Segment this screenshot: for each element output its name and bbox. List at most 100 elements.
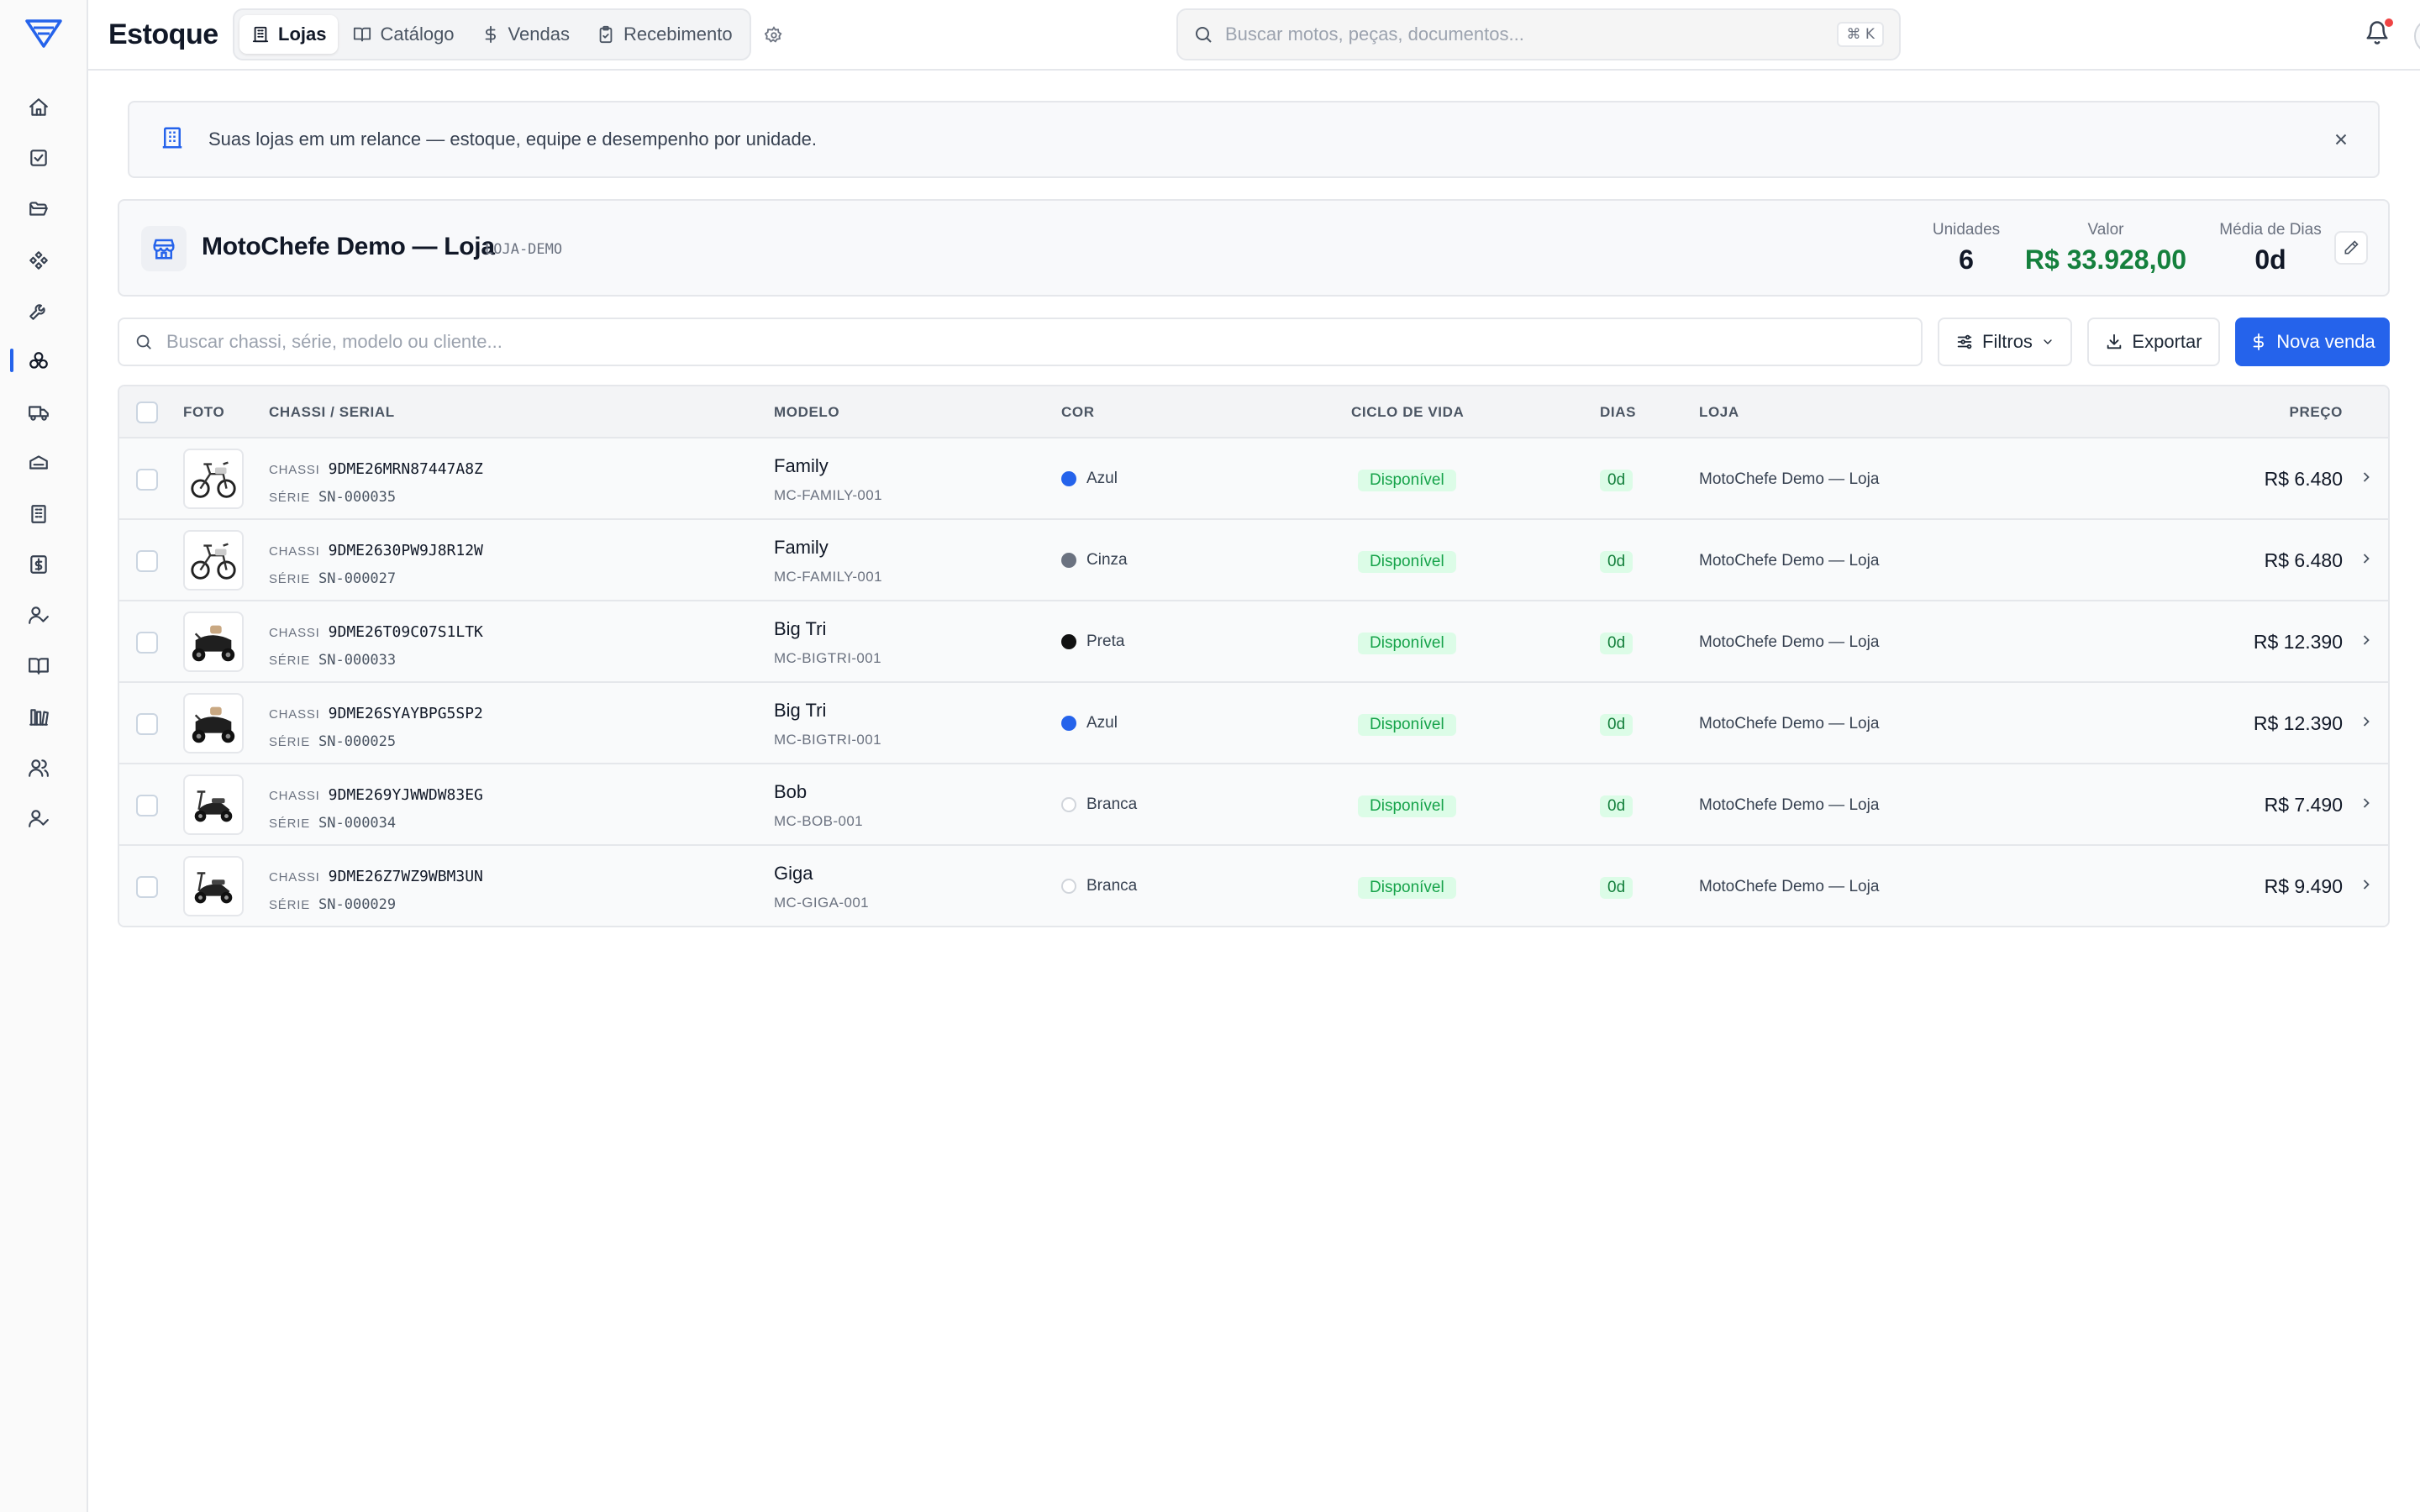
chevron-right-icon[interactable] xyxy=(2358,469,2378,489)
row-checkbox[interactable] xyxy=(136,469,158,491)
header-lifecycle[interactable]: CICLO DE VIDA xyxy=(1351,404,1464,421)
sidebar-item-book[interactable] xyxy=(25,653,52,680)
filters-button[interactable]: Filtros xyxy=(1938,318,2072,366)
sidebar-item-user-check[interactable] xyxy=(25,805,52,832)
table-row[interactable]: CHASSI 9DME26T09C07S1LTK SÉRIE SN-000033 B… xyxy=(119,601,2388,683)
sidebar-item-building[interactable] xyxy=(25,501,52,528)
global-search[interactable]: ⌘ K xyxy=(1176,8,1901,60)
price-cell: R$ 12.390 xyxy=(2253,712,2343,734)
close-icon[interactable] xyxy=(2329,128,2353,151)
stat-label: Média de Dias xyxy=(2219,221,2322,239)
tab-recebimento[interactable]: Recebimento xyxy=(585,15,744,54)
table-search-input[interactable] xyxy=(166,331,1906,353)
header-color[interactable]: COR xyxy=(1061,404,1095,421)
header-chassis[interactable]: CHASSI / SERIAL xyxy=(269,404,395,421)
row-checkbox[interactable] xyxy=(136,632,158,654)
filters-label: Filtros xyxy=(1982,331,2033,352)
chassis-label: CHASSI xyxy=(269,789,320,803)
clipboard-check-icon xyxy=(599,25,613,44)
row-checkbox[interactable] xyxy=(136,550,158,572)
chevron-right-icon[interactable] xyxy=(2358,876,2378,896)
row-checkbox[interactable] xyxy=(136,876,158,898)
table-row[interactable]: CHASSI 9DME26SYAYBPG5SP2 SÉRIE SN-000025 B… xyxy=(119,683,2388,764)
color-name: Azul xyxy=(1086,470,1118,487)
sidebar-item-puzzle[interactable] xyxy=(25,247,52,274)
app-logo-icon[interactable] xyxy=(25,18,62,49)
chevron-right-icon[interactable] xyxy=(2358,550,2378,570)
book-open-icon xyxy=(354,27,371,42)
model-name: Family xyxy=(774,455,829,476)
chevron-right-icon[interactable] xyxy=(2358,713,2378,733)
pencil-icon xyxy=(2344,240,2359,255)
sidebar-item-checkbox[interactable] xyxy=(25,144,52,171)
table-row[interactable]: CHASSI 9DME26MRN87447A8Z SÉRIE SN-000035 F… xyxy=(119,438,2388,520)
table-search[interactable] xyxy=(118,318,1923,366)
edit-store-button[interactable] xyxy=(2334,231,2368,265)
table-row[interactable]: CHASSI 9DME26Z7WZ9WBM3UN SÉRIE SN-000029 G… xyxy=(119,846,2388,926)
stat-units: Unidades 6 xyxy=(1929,221,2003,276)
store-name: MotoChefe Demo — Loja xyxy=(202,233,495,260)
global-search-input[interactable] xyxy=(1225,24,1826,45)
sidebar-item-home[interactable] xyxy=(25,94,52,121)
serial-cell: SÉRIE SN-000035 xyxy=(269,489,396,506)
sidebar-item-library[interactable] xyxy=(25,704,52,731)
vehicle-photo xyxy=(183,856,244,916)
table-row[interactable]: CHASSI 9DME2630PW9J8R12W SÉRIE SN-000027 F… xyxy=(119,520,2388,601)
serial-number: SN-000027 xyxy=(318,570,397,587)
tab-lojas[interactable]: Lojas xyxy=(239,15,339,54)
stat-value: R$ 33.928,00 xyxy=(2024,244,2187,275)
serial-number: SN-000035 xyxy=(318,489,397,506)
new-sale-label: Nova venda xyxy=(2276,331,2375,352)
header-days[interactable]: DIAS xyxy=(1600,404,1636,421)
vehicle-photo xyxy=(183,774,244,835)
stat-value: 0d xyxy=(2254,244,2286,275)
new-sale-button[interactable]: Nova venda xyxy=(2235,318,2390,366)
sidebar-item-truck[interactable] xyxy=(25,399,52,426)
sidebar-item-wrench[interactable] xyxy=(25,297,52,324)
sidebar-item-receipt[interactable] xyxy=(25,551,52,578)
header-model[interactable]: MODELO xyxy=(774,404,839,421)
chassis-cell: CHASSI 9DME2630PW9J8R12W xyxy=(269,542,483,559)
row-checkbox[interactable] xyxy=(136,795,158,816)
color-cell: Branca xyxy=(1061,877,1137,895)
store-cell: MotoChefe Demo — Loja xyxy=(1699,633,1880,651)
download-icon xyxy=(2107,333,2122,349)
model-name: Big Tri xyxy=(774,700,827,721)
sidebar-item-warehouse[interactable] xyxy=(25,449,52,476)
warehouse-icon xyxy=(29,455,48,470)
sidebar-item-users[interactable] xyxy=(25,754,52,781)
color-name: Cinza xyxy=(1086,551,1128,569)
row-checkbox[interactable] xyxy=(136,713,158,735)
tab-vendas[interactable]: Vendas xyxy=(470,15,581,54)
sidebar-item-boxes[interactable] xyxy=(25,348,52,375)
select-all-checkbox[interactable] xyxy=(136,402,158,423)
building-icon xyxy=(31,505,46,523)
notifications-bell-icon[interactable] xyxy=(2365,18,2395,50)
chassis-number: 9DME2630PW9J8R12W xyxy=(328,542,483,559)
chassis-cell: CHASSI 9DME26SYAYBPG5SP2 xyxy=(269,705,483,722)
header-price[interactable]: PREÇO xyxy=(2290,404,2343,421)
color-name: Branca xyxy=(1086,795,1138,813)
chevron-right-icon[interactable] xyxy=(2358,795,2378,815)
tab-catalogo[interactable]: Catálogo xyxy=(341,15,466,54)
header-store[interactable]: LOJA xyxy=(1699,404,1739,421)
status-badge: Disponível xyxy=(1358,795,1456,817)
status-badge: Disponível xyxy=(1358,470,1456,491)
color-swatch xyxy=(1061,553,1076,568)
chassis-label: CHASSI xyxy=(269,707,320,722)
chassis-label: CHASSI xyxy=(269,463,320,477)
chassis-number: 9DME26SYAYBPG5SP2 xyxy=(328,705,483,722)
color-cell: Azul xyxy=(1061,470,1118,488)
sidebar-item-user-check[interactable] xyxy=(25,601,52,628)
user-avatar[interactable]: GD xyxy=(2414,18,2420,54)
store-cell: MotoChefe Demo — Loja xyxy=(1699,878,1880,895)
stat-value-total: Valor R$ 33.928,00 xyxy=(2022,221,2190,276)
settings-gear-icon[interactable] xyxy=(760,22,787,49)
chassis-cell: CHASSI 9DME26T09C07S1LTK xyxy=(269,623,483,641)
search-icon xyxy=(1196,27,1212,43)
sidebar-item-folder-open[interactable] xyxy=(25,196,52,223)
export-button[interactable]: Exportar xyxy=(2087,318,2220,366)
table-row[interactable]: CHASSI 9DME269YJWWDW83EG SÉRIE SN-000034 B… xyxy=(119,764,2388,846)
chevron-right-icon[interactable] xyxy=(2358,632,2378,652)
color-cell: Branca xyxy=(1061,795,1137,814)
